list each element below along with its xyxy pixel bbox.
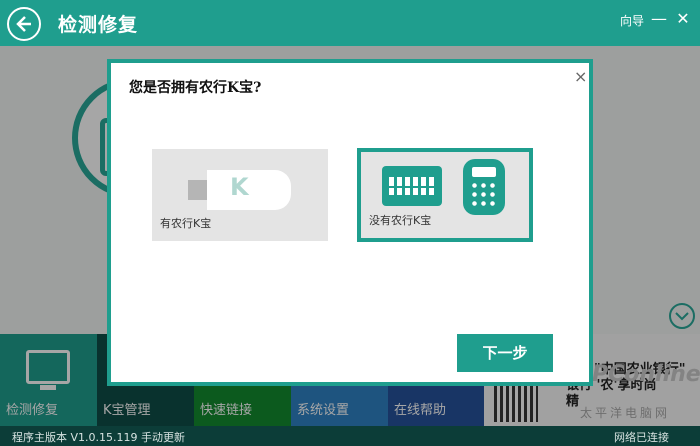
dialog-close-button[interactable]: × [574,67,587,86]
title-bar: 检测修复 向导 — ✕ [0,0,700,46]
usb-plug [188,180,208,200]
option-label: 没有农行K宝 [369,214,432,227]
dialog-question: 您是否拥有农行K宝? [129,80,262,96]
version-text: 程序主版本 V1.0.15.119 手动更新 [12,431,185,444]
card-reader-icon [382,166,442,206]
kbao-dialog: 您是否拥有农行K宝? × K 有农行K宝 没有农行K宝 下一步 [107,59,593,386]
card-reader-divider [389,186,435,188]
status-bar: 程序主版本 V1.0.15.119 手动更新 网络已连接 [0,426,700,446]
minimize-button[interactable]: — [650,9,668,28]
calculator-keys [470,181,498,209]
calculator-icon [463,159,505,215]
back-button[interactable] [7,7,41,41]
option-no-kbao[interactable]: 没有农行K宝 [357,148,533,242]
option-have-kbao[interactable]: K 有农行K宝 [152,149,328,241]
calculator-screen [472,167,496,177]
network-status: 网络已连接 [614,431,669,444]
window-title: 检测修复 [58,14,139,36]
guide-link[interactable]: 向导 [620,12,644,29]
option-label: 有农行K宝 [160,217,212,230]
usb-key-letter: K [230,173,249,201]
usb-key-icon [207,170,291,210]
arrow-left-icon [16,16,31,32]
next-button[interactable]: 下一步 [457,334,553,372]
close-button[interactable]: ✕ [674,9,692,28]
